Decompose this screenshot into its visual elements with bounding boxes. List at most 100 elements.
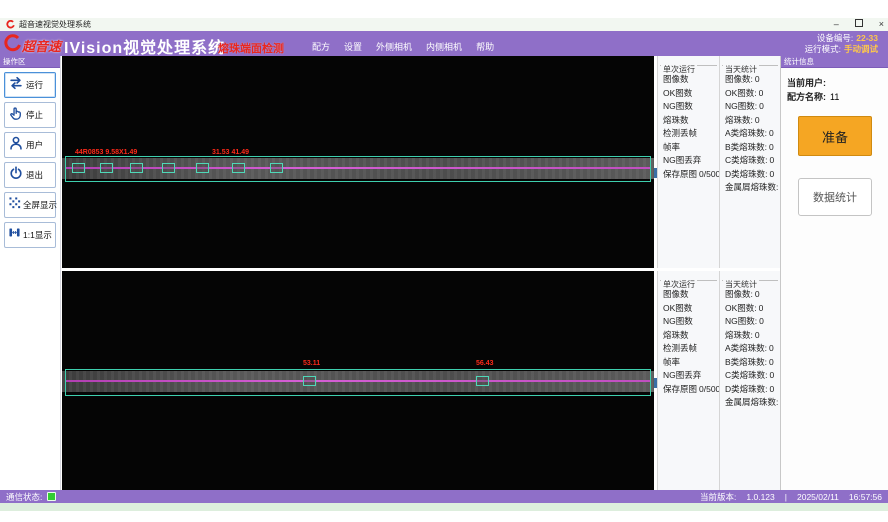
- user-button-label: 用户: [26, 139, 43, 151]
- stat-value: 0: [759, 101, 764, 111]
- page-subtitle: 熔珠端面检测: [218, 40, 284, 56]
- user-icon: [8, 135, 24, 156]
- version-label: 当前版本:: [700, 491, 736, 503]
- run-button[interactable]: 运行: [4, 72, 56, 98]
- stat-row: NG图丢弃: [658, 369, 719, 383]
- outer-camera-viewport[interactable]: 44R0853 9.58X1.49 31.53 41.49: [62, 56, 654, 268]
- menu-outer-camera[interactable]: 外侧相机: [376, 40, 412, 53]
- device-id-label: 设备编号:: [817, 33, 853, 43]
- stat-label: 帧率: [663, 357, 680, 367]
- stat-label: A类熔珠数:: [725, 128, 767, 138]
- stop-button-label: 停止: [26, 109, 43, 121]
- today-stats-top: 当天统计 图像数:0 OK图数:0 NG图数:0 熔珠数:0 A类熔珠数:0 B…: [719, 56, 780, 268]
- today-stats-bottom: 当天统计 图像数:0 OK图数:0 NG图数:0 熔珠数:0 A类熔珠数:0 B…: [719, 271, 780, 490]
- stat-value: 0: [759, 316, 764, 326]
- stat-label: 图像数: [663, 74, 689, 84]
- stat-row: OK图数: [658, 302, 719, 316]
- stat-row: 保存原图0/500: [658, 383, 719, 397]
- stat-row: 图像数:0: [720, 73, 780, 87]
- stats-group-title: 单次运行: [661, 65, 697, 74]
- stat-row: 熔珠数: [658, 114, 719, 128]
- menu-help[interactable]: 帮助: [476, 40, 494, 53]
- stat-row: OK图数: [658, 87, 719, 101]
- measurement-annotation: 53.11: [303, 360, 320, 367]
- stat-label: C类熔珠数:: [725, 155, 768, 165]
- stat-value: 0: [755, 330, 760, 340]
- inner-camera-viewport[interactable]: 53.11 56.43: [62, 271, 654, 490]
- comm-status-indicator: [47, 492, 56, 501]
- detection-box: [196, 163, 209, 173]
- stat-row: 熔珠数:0: [720, 329, 780, 343]
- maximize-icon[interactable]: [855, 18, 863, 31]
- stat-value: 0: [769, 128, 774, 138]
- app-logo-icon: [6, 20, 15, 29]
- stat-row: NG图数:0: [720, 100, 780, 114]
- stat-label: D类熔珠数:: [725, 169, 768, 179]
- fullscreen-grid-icon: [8, 196, 21, 214]
- comm-status-label: 通信状态:: [6, 491, 42, 503]
- menu-inner-camera[interactable]: 内侧相机: [426, 40, 462, 53]
- window-title: 超音速视觉处理系统: [19, 19, 91, 30]
- status-separator: |: [785, 492, 787, 502]
- stat-row: 图像数: [658, 288, 719, 302]
- stat-value: 0/500: [699, 384, 720, 394]
- stat-label: B类熔珠数:: [725, 142, 767, 152]
- menu-settings[interactable]: 设置: [344, 40, 362, 53]
- stat-row: 帧率: [658, 356, 719, 370]
- stat-row: NG图丢弃: [658, 154, 719, 168]
- stop-button[interactable]: 停止: [4, 102, 56, 128]
- detection-box: [232, 163, 245, 173]
- minimize-icon[interactable]: –: [834, 18, 839, 31]
- stat-label: 熔珠数:: [725, 115, 753, 125]
- stats-group-title: 当天统计: [723, 280, 759, 289]
- stat-row: NG图数: [658, 315, 719, 329]
- stat-value: 0: [769, 142, 774, 152]
- stat-label: 熔珠数:: [725, 330, 753, 340]
- stat-value: 0: [759, 88, 764, 98]
- ready-button[interactable]: 准备: [798, 116, 872, 156]
- device-info: 设备编号:22-33 运行模式:手动调试: [805, 33, 878, 55]
- detection-box: [130, 163, 143, 173]
- stat-value: 0/500: [699, 169, 720, 179]
- stat-row: OK图数:0: [720, 87, 780, 101]
- recipe-name-value: 11: [830, 92, 839, 102]
- stat-value: 0: [759, 303, 764, 313]
- menu-recipe[interactable]: 配方: [312, 40, 330, 53]
- menubar: 配方 设置 外侧相机 内侧相机 帮助: [312, 40, 494, 53]
- measurement-annotation: 31.53 41.49: [212, 149, 249, 156]
- stat-row: NG图数: [658, 100, 719, 114]
- stat-label: 金属屑熔珠数:: [725, 397, 778, 407]
- stat-value: 0: [770, 370, 775, 380]
- stat-label: OK图数:: [725, 88, 757, 98]
- user-button[interactable]: 用户: [4, 132, 56, 158]
- stat-row: 金属屑熔珠数:0: [720, 181, 780, 195]
- stat-row: A类熔珠数:0: [720, 127, 780, 141]
- single-run-stats-top: 单次运行 图像数 OK图数 NG图数 熔珠数 检测丢帧 帧率 NG图丢弃 保存原…: [657, 56, 719, 268]
- stat-label: 保存原图: [663, 169, 697, 179]
- bead-bounding-box: [65, 156, 651, 182]
- stat-row: 熔珠数:0: [720, 114, 780, 128]
- one-to-one-button[interactable]: 1:1显示: [4, 222, 56, 248]
- stat-row: 帧率: [658, 141, 719, 155]
- exit-button[interactable]: 退出: [4, 162, 56, 188]
- stat-label: OK图数:: [725, 303, 757, 313]
- version-value: 1.0.123: [746, 492, 774, 502]
- stat-label: A类熔珠数:: [725, 343, 767, 353]
- measurement-annotation: 44R0853 9.58X1.49: [75, 149, 137, 156]
- detection-box: [72, 163, 85, 173]
- stat-row: 熔珠数: [658, 329, 719, 343]
- desktop-backdrop: [0, 503, 888, 511]
- data-statistics-button[interactable]: 数据统计: [798, 178, 872, 216]
- current-user-label: 当前用户:: [787, 78, 826, 88]
- bead-center-line: [66, 167, 650, 169]
- fullscreen-button[interactable]: 全屏显示: [4, 192, 56, 218]
- stat-value: 0: [770, 155, 775, 165]
- detection-box: [303, 376, 316, 386]
- stat-value: 0: [755, 74, 760, 84]
- recipe-name-label: 配方名称:: [787, 92, 826, 102]
- stat-label: NG图数: [663, 316, 693, 326]
- stat-value: 0: [770, 169, 775, 179]
- stat-label: B类熔珠数:: [725, 357, 767, 367]
- stat-value: 0: [769, 343, 774, 353]
- close-icon[interactable]: ×: [879, 18, 884, 31]
